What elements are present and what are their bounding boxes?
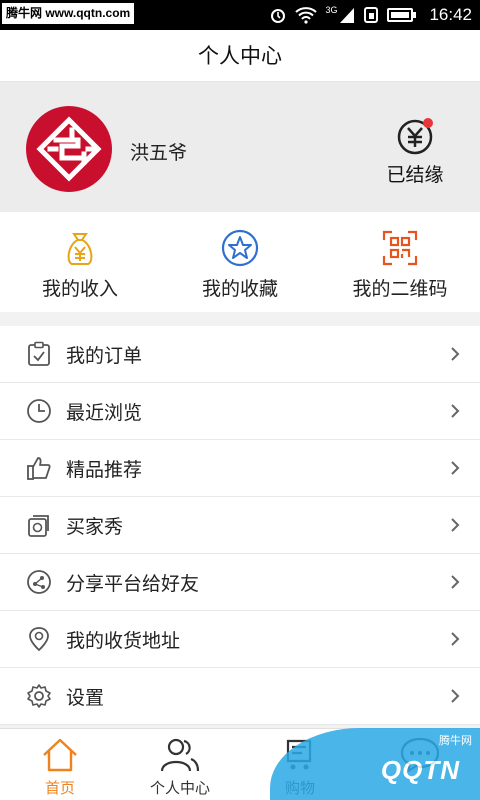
chevron-right-icon xyxy=(451,461,460,475)
signal-icon xyxy=(340,8,355,23)
avatar[interactable] xyxy=(26,106,112,192)
tab-home-label: 首页 xyxy=(44,779,75,797)
profile-header: 洪五爷 已结缘 xyxy=(0,82,480,212)
wifi-icon xyxy=(295,7,318,24)
quick-qrcode-label: 我的二维码 xyxy=(352,278,448,300)
network-type: 3G xyxy=(325,5,338,15)
alarm-icon xyxy=(271,9,286,23)
watermark-sub: 腾牛网 xyxy=(439,734,472,747)
menu-item-label: 买家秀 xyxy=(66,515,124,538)
battery-icon xyxy=(387,8,417,22)
clock-icon xyxy=(26,398,52,424)
qr-code-icon xyxy=(382,230,418,266)
gear-icon xyxy=(26,683,52,709)
chevron-right-icon xyxy=(451,575,460,589)
chevron-right-icon xyxy=(451,632,460,646)
menu-item-recent[interactable]: 最近浏览 xyxy=(0,383,480,440)
quick-qrcode[interactable]: 我的二维码 xyxy=(320,212,480,312)
menu-item-label: 最近浏览 xyxy=(66,401,143,424)
menu-item-buyer-show[interactable]: 买家秀 xyxy=(0,497,480,554)
tab-profile[interactable]: 个人中心 xyxy=(120,729,240,800)
menu-item-settings[interactable]: 设置 xyxy=(0,668,480,725)
people-icon xyxy=(160,738,200,772)
quick-favorites-label: 我的收藏 xyxy=(201,278,278,300)
home-icon xyxy=(43,738,77,772)
thumbs-up-icon xyxy=(26,455,52,481)
menu-item-label: 精品推荐 xyxy=(66,458,143,481)
sim-icon xyxy=(364,7,379,23)
quick-actions: 我的收入 我的收藏 我的二维码 xyxy=(0,212,480,312)
menu-item-label: 设置 xyxy=(66,686,105,709)
title-bar: 个人中心 xyxy=(0,30,480,82)
fate-button[interactable]: 已结缘 xyxy=(380,116,450,187)
bottom-nav: 首页 个人中心 购物 腾牛网 QQTN xyxy=(0,728,480,800)
menu-item-share[interactable]: 分享平台给好友 xyxy=(0,554,480,611)
chevron-right-icon xyxy=(451,518,460,532)
fate-label: 已结缘 xyxy=(386,164,444,186)
watermark-brand: QQTN xyxy=(380,755,460,785)
quick-income-label: 我的收入 xyxy=(41,278,118,300)
notification-dot xyxy=(423,118,433,128)
page-title: 个人中心 xyxy=(198,44,282,68)
money-bag-icon xyxy=(67,233,93,265)
chevron-right-icon xyxy=(451,347,460,361)
star-icon xyxy=(221,229,259,267)
clipboard-check-icon xyxy=(26,341,52,367)
menu-item-address[interactable]: 我的收货地址 xyxy=(0,611,480,668)
menu-item-orders[interactable]: 我的订单 xyxy=(0,326,480,383)
menu-item-label: 分享平台给好友 xyxy=(66,572,200,595)
username: 洪五爷 xyxy=(130,142,188,164)
menu-item-recommend[interactable]: 精品推荐 xyxy=(0,440,480,497)
clock-time: 16:42 xyxy=(429,5,472,24)
chevron-right-icon xyxy=(451,689,460,703)
menu-item-label: 我的订单 xyxy=(66,344,143,367)
menu-item-label: 我的收货地址 xyxy=(66,629,181,652)
status-icons: 3G 16:42 xyxy=(269,0,472,30)
share-icon xyxy=(26,569,52,595)
location-pin-icon xyxy=(26,626,52,652)
quick-income[interactable]: 我的收入 xyxy=(0,212,160,312)
menu-list: 我的订单 最近浏览 精品推荐 买家秀 分享平台给好友 我的收货地址 设置 xyxy=(0,326,480,725)
tab-profile-label: 个人中心 xyxy=(149,779,210,797)
quick-favorites[interactable]: 我的收藏 xyxy=(160,212,320,312)
tab-home[interactable]: 首页 xyxy=(0,729,120,800)
chevron-right-icon xyxy=(451,404,460,418)
status-bar: 腾牛网 www.qqtn.com 3G 16:42 xyxy=(0,0,480,30)
watermark-tag: 腾牛网 www.qqtn.com xyxy=(2,3,135,24)
yuan-coin-icon xyxy=(395,116,435,156)
photo-stack-icon xyxy=(26,512,52,538)
